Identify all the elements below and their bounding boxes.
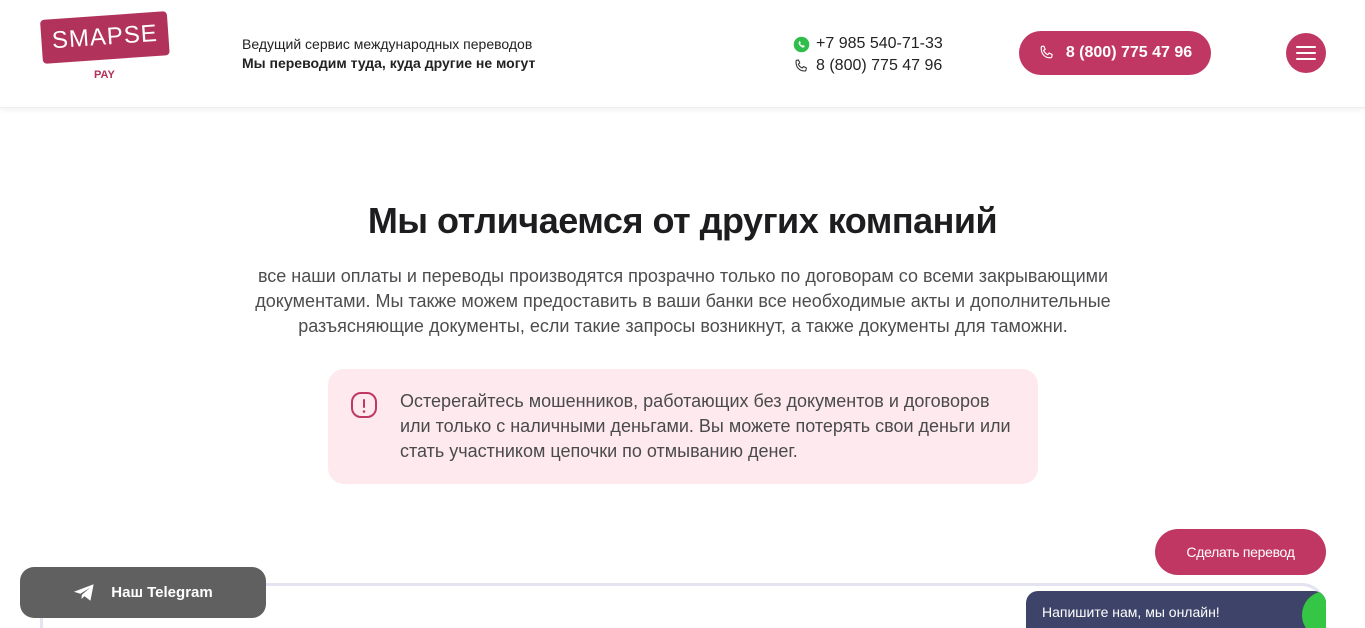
telegram-icon (73, 583, 95, 603)
phone-icon (792, 57, 810, 75)
make-transfer-button[interactable]: Сделать перевод (1155, 529, 1326, 575)
chat-widget[interactable]: Напишите нам, мы онлайн! (1026, 591, 1326, 628)
header-tagline: Ведущий сервис международных переводов М… (242, 36, 535, 71)
landline-phone-link[interactable]: 8 (800) 775 47 96 (792, 55, 943, 77)
fraud-warning-box: Остерегайтесь мошенников, работающих без… (328, 369, 1038, 484)
section-title: Мы отличаемся от других компаний (367, 200, 998, 241)
tagline-line-1: Ведущий сервис международных переводов (242, 36, 533, 52)
phone-icon (1038, 44, 1056, 62)
call-button[interactable]: 8 (800) 775 47 96 (1019, 31, 1211, 75)
hamburger-icon-line (1296, 52, 1316, 54)
whatsapp-phone-link[interactable]: +7 985 540-71-33 (792, 33, 943, 55)
header-phones: +7 985 540-71-33 8 (800) 775 47 96 (792, 33, 943, 77)
whatsapp-icon (792, 35, 810, 53)
landline-phone-number: 8 (800) 775 47 96 (816, 57, 943, 74)
logo-subtitle: PAY (94, 69, 115, 81)
online-status-indicator (1302, 591, 1326, 628)
exclamation-icon (350, 391, 378, 419)
telegram-button-label: Наш Telegram (111, 584, 213, 601)
menu-button[interactable] (1286, 33, 1326, 73)
warning-text: Остерегайтесь мошенников, работающих без… (400, 391, 1011, 461)
smapse-pay-logo[interactable]: SMAPSE PAY (40, 11, 170, 82)
whatsapp-phone-number: +7 985 540-71-33 (816, 35, 943, 52)
hamburger-icon-line (1296, 58, 1316, 60)
site-header: SMAPSE PAY Ведущий сервис международных … (0, 0, 1365, 108)
section-description: все наши оплаты и переводы производятся … (255, 266, 1111, 336)
tagline-line-2: Мы переводим туда, куда другие не могут (242, 55, 536, 71)
logo-text: SMAPSE (51, 19, 159, 55)
telegram-button[interactable]: Наш Telegram (20, 567, 266, 618)
call-button-label: 8 (800) 775 47 96 (1065, 44, 1193, 61)
chat-widget-text: Напишите нам, мы онлайн! (1042, 604, 1220, 620)
logo-badge: SMAPSE (40, 11, 170, 64)
hamburger-icon-line (1296, 46, 1316, 48)
